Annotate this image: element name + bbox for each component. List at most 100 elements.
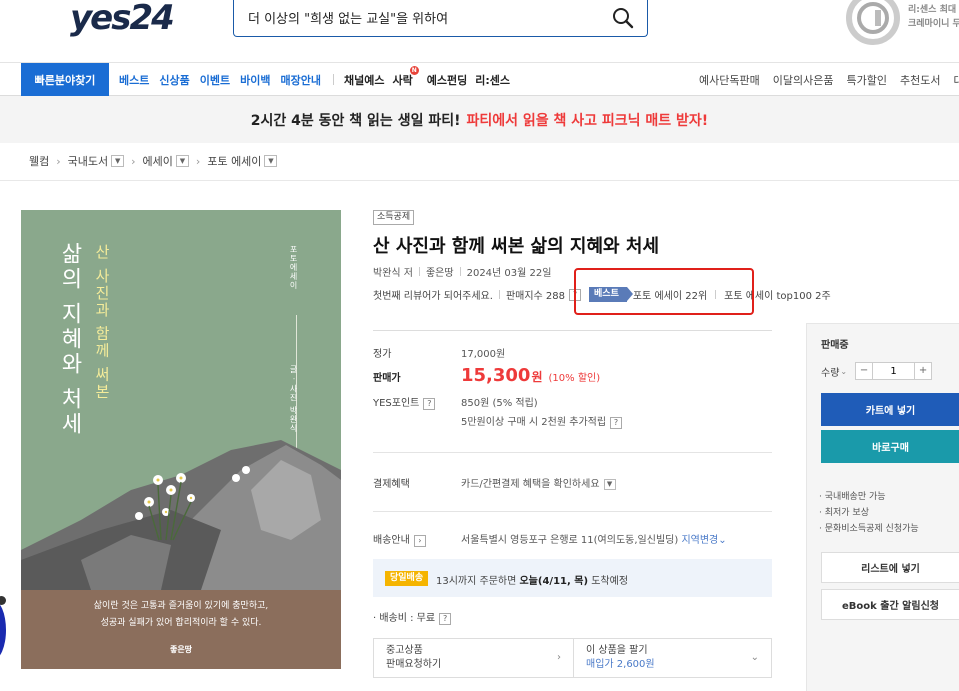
- author-link[interactable]: 박완식 저: [373, 264, 413, 279]
- chevron-right-icon: ›: [56, 154, 61, 168]
- main-nav: 빠른분야찾기 베스트 신상품 이벤트 바이백 매장안내 채널예스 사락 N 예스펀…: [0, 62, 959, 96]
- chevron-down-icon: ⌄: [840, 366, 848, 376]
- review-link[interactable]: 첫번째 리뷰어가 되어주세요.: [373, 287, 493, 302]
- breadcrumb-photo-essay[interactable]: 포토 에세이: [207, 153, 261, 169]
- license-logo-icon: [845, 0, 900, 45]
- banner-text-2: 파티에서 읽을 책 사고 피크닉 매트 받자!: [466, 112, 709, 129]
- plus-button[interactable]: +: [915, 363, 931, 379]
- floating-dot: [0, 596, 6, 605]
- help-icon[interactable]: ?: [423, 397, 436, 410]
- change-region-link[interactable]: 지역변경: [681, 535, 718, 546]
- discount-rate: (10% 할인): [548, 373, 601, 384]
- breadcrumb: 웰컴 › 국내도서 ▼ › 에세이 ▼ › 포토 에세이 ▼: [29, 153, 278, 169]
- product-meta: 박완식 저 좋은땅 2024년 03월 22일: [373, 264, 551, 279]
- shipping-fee: · 배송비 : 무료?: [373, 609, 452, 625]
- new-badge: N: [409, 65, 419, 75]
- nav-gift[interactable]: 이달의사은품: [773, 72, 834, 88]
- nav-channel-yes[interactable]: 채널예스: [344, 72, 384, 88]
- sale-status: 판매중: [821, 340, 849, 351]
- highlight-box: [574, 268, 754, 315]
- nav-best[interactable]: 베스트: [119, 72, 149, 88]
- help-icon[interactable]: ?: [610, 416, 623, 429]
- nav-exclusive[interactable]: 예사단독판매: [699, 72, 760, 88]
- sale-price-label: 판매가: [373, 373, 401, 384]
- meta-divider: [418, 267, 420, 276]
- nav-left: 베스트 신상품 이벤트 바이백 매장안내 채널예스 사락 N 예스펀딩 리:센스: [119, 63, 518, 96]
- list-price-label: 정가: [373, 349, 392, 360]
- header: yes24 리:센스 최대 1크레마이니 두: [0, 0, 959, 62]
- breadcrumb-domestic[interactable]: 국내도서: [68, 153, 108, 169]
- nav-bulk[interactable]: 대량: [953, 72, 959, 88]
- banner-text-1: 2시간 4분 동안 책 읽는 생일 파티!: [250, 112, 461, 129]
- point-label: YES포인트?: [373, 394, 436, 410]
- product-title: 산 사진과 함께 써본 삶의 지혜와 처세: [373, 236, 659, 257]
- nav-store[interactable]: 매장안내: [281, 72, 321, 88]
- chevron-right-icon: ›: [557, 652, 561, 663]
- sale-price-unit: 원: [531, 370, 543, 384]
- help-icon[interactable]: ?: [439, 612, 452, 625]
- license-badge-text: 리:센스 최대 1크레마이니 두: [908, 5, 959, 29]
- chevron-down-icon[interactable]: ▼: [264, 155, 278, 167]
- nav-new[interactable]: 신상품: [159, 72, 189, 88]
- nav-buyback[interactable]: 바이백: [240, 72, 270, 88]
- nav-yes-funding[interactable]: 예스펀딩: [427, 72, 467, 88]
- benefit-value[interactable]: 카드/간편결제 혜택을 확인하세요 ▼: [461, 475, 616, 490]
- purchase-panel: 판매중 수량⌄ − + 카트에 넣기 바로구매 · 국내배송만 가능· 최저가 …: [806, 323, 959, 691]
- quick-category-button[interactable]: 빠른분야찾기: [21, 63, 109, 96]
- cover-series: 포토에세이: [289, 245, 298, 290]
- license-badge[interactable]: 리:센스 최대 1크레마이니 두: [845, 0, 959, 46]
- yes24-logo[interactable]: yes24: [70, 0, 175, 36]
- nav-special-sale[interactable]: 특가할인: [846, 72, 886, 88]
- chevron-down-icon: ▼: [603, 478, 616, 490]
- book-cover[interactable]: 삶의 지혜와 처세 산 사진과 함께 써본 포토에세이 글 · 사진 박완식 삶…: [21, 210, 341, 669]
- cover-subtitle: 산 사진과 함께 써본: [93, 244, 111, 401]
- promo-banner[interactable]: 2시간 4분 동안 책 읽는 생일 파티! 파티에서 읽을 책 사고 피크닉 매…: [0, 96, 959, 143]
- quantity-row: 수량⌄ − +: [821, 362, 933, 380]
- chevron-right-icon[interactable]: ›: [413, 534, 426, 547]
- chevron-right-icon: ›: [195, 154, 201, 168]
- shipping-label: 배송안내 ›: [373, 531, 426, 547]
- nav-license[interactable]: 리:센스: [475, 72, 510, 88]
- quantity-stepper[interactable]: − +: [855, 362, 933, 380]
- sale-price-value: 15,300: [461, 365, 531, 386]
- cover-title: 삶의 지혜와 처세: [57, 242, 82, 437]
- divider: [0, 180, 959, 181]
- minus-button[interactable]: −: [856, 363, 872, 379]
- used-book-box: 중고상품 판매요청하기 › 이 상품을 팔기 매입가 2,600원 ⌄: [373, 638, 772, 678]
- search-input[interactable]: [248, 6, 608, 28]
- income-deduction-tag: 소득공제: [373, 210, 415, 225]
- sale-price: 15,300 원 (10% 할인): [461, 365, 600, 386]
- breadcrumb-essay[interactable]: 에세이: [143, 153, 173, 169]
- used-sell-request[interactable]: 중고상품 판매요청하기 ›: [374, 639, 574, 677]
- floating-widget[interactable]: [0, 600, 6, 660]
- point-extra: 5만원이상 구매 시 2천원 추가적립?: [461, 413, 623, 429]
- sell-this-item[interactable]: 이 상품을 팔기 매입가 2,600원 ⌄: [574, 639, 771, 677]
- cover-quote: 삶이란 것은 고통과 즐거움이 있기에 충만하고, 성공과 실패가 있어 합리적이…: [93, 601, 269, 628]
- meta-divider: [498, 290, 500, 299]
- publish-date: 2024년 03월 22일: [466, 268, 552, 279]
- nav-sarak[interactable]: 사락 N: [392, 65, 419, 88]
- breadcrumb-home[interactable]: 웰컴: [29, 153, 49, 169]
- cover-publisher: 좋은땅: [169, 645, 193, 654]
- same-day-delivery: 당일배송 13시까지 주문하면 오늘(4/11, 목) 도착예정: [373, 559, 772, 597]
- nav-right: 예사단독판매 이달의사은품 특가할인 추천도서 대량: [699, 63, 959, 96]
- buy-now-button[interactable]: 바로구매: [821, 430, 959, 463]
- ebook-alert-button[interactable]: eBook 출간 알림신청: [821, 589, 959, 620]
- search-box: [233, 0, 648, 37]
- add-to-list-button[interactable]: 리스트에 넣기: [821, 552, 959, 583]
- shipping-address: 서울특별시 영등포구 은행로 11(여의도동,일신빌딩) 지역변경⌄: [461, 535, 727, 546]
- chevron-right-icon: ›: [131, 154, 136, 168]
- nav-event[interactable]: 이벤트: [200, 72, 230, 88]
- list-price-value: 17,000원: [461, 349, 506, 360]
- quantity-input[interactable]: [872, 363, 916, 379]
- search-icon[interactable]: [611, 6, 635, 30]
- nav-recommended[interactable]: 추천도서: [900, 72, 940, 88]
- chevron-down-icon[interactable]: ▼: [175, 155, 189, 167]
- add-to-cart-button[interactable]: 카트에 넣기: [821, 393, 959, 426]
- same-day-badge: 당일배송: [385, 571, 429, 586]
- sales-index: 판매지수 288: [505, 291, 566, 302]
- cover-bottom-band: 삶이란 것은 고통과 즐거움이 있기에 충만하고, 성공과 실패가 있어 합리적이…: [21, 590, 341, 669]
- publisher-link[interactable]: 좋은땅: [426, 264, 454, 279]
- divider: [373, 452, 772, 453]
- chevron-down-icon[interactable]: ▼: [111, 155, 125, 167]
